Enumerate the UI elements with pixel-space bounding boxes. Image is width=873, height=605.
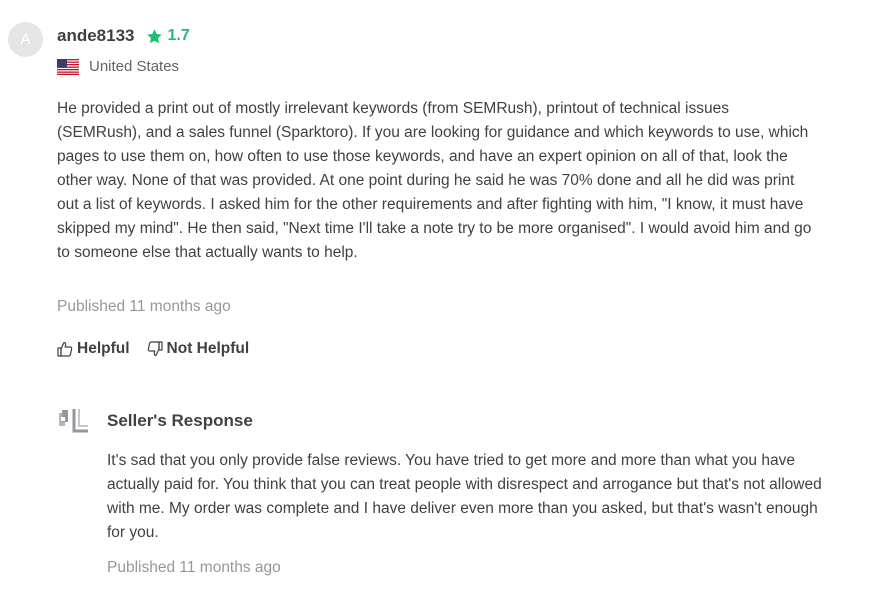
not-helpful-button[interactable]: Not Helpful bbox=[147, 340, 250, 358]
username[interactable]: ande8133 bbox=[57, 26, 135, 46]
review-actions: Helpful Not Helpful bbox=[57, 340, 266, 358]
avatar[interactable]: A bbox=[8, 22, 43, 57]
star-icon bbox=[146, 28, 162, 43]
seller-logo-icon bbox=[59, 409, 88, 433]
review-header: ande8133 1.7 bbox=[57, 26, 190, 46]
country-name: United States bbox=[89, 58, 180, 75]
reviewer-country: United States bbox=[57, 58, 179, 75]
seller-response-text: It's sad that you only provide false rev… bbox=[107, 452, 822, 541]
review-published-date: Published 11 months ago bbox=[57, 298, 231, 315]
seller-response-published-date: Published 11 months ago bbox=[107, 559, 281, 576]
not-helpful-label: Not Helpful bbox=[166, 340, 250, 357]
thumbs-up-icon bbox=[57, 341, 73, 357]
helpful-label: Helpful bbox=[77, 340, 130, 357]
helpful-button[interactable]: Helpful bbox=[57, 340, 130, 358]
thumbs-down-icon bbox=[147, 341, 163, 357]
review-text: He provided a print out of mostly irrele… bbox=[57, 100, 812, 261]
rating-value: 1.7 bbox=[167, 27, 190, 44]
us-flag-icon bbox=[57, 58, 79, 75]
seller-response-title: Seller's Response bbox=[107, 411, 253, 430]
rating: 1.7 bbox=[146, 27, 190, 45]
